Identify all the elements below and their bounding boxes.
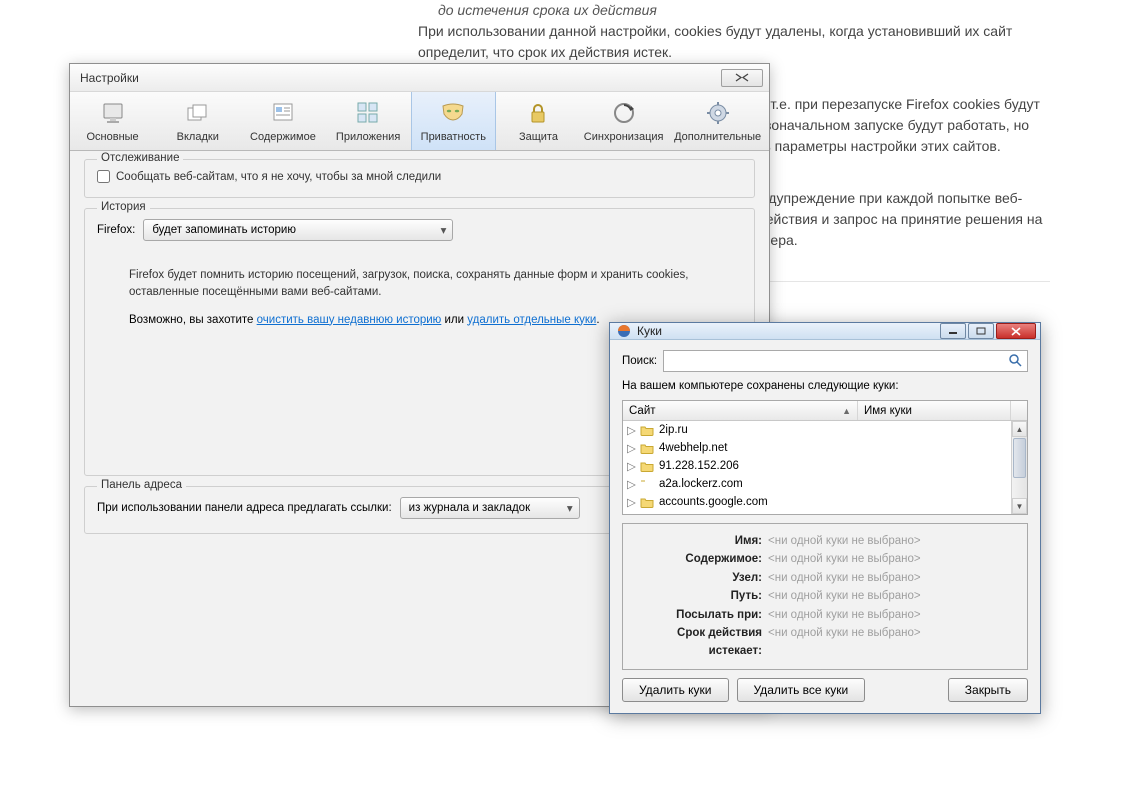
cookies-window: Куки Поиск: На вашем компьютере сохранен… [609, 322, 1041, 714]
cookie-details: Имя:<ни одной куки не выбрано> Содержимо… [622, 523, 1028, 670]
mask-icon [439, 99, 467, 127]
detail-host-label: Узел: [633, 569, 768, 587]
clear-history-link[interactable]: очистить вашу недавнюю историю [257, 314, 442, 326]
settings-titlebar[interactable]: Настройки [70, 64, 769, 92]
cookies-list: Сайт ▲ Имя куки ▷ 2ip.ru ▷ 4webhelp.net … [622, 400, 1028, 515]
close-icon [1010, 327, 1022, 336]
addressbar-legend: Панель адреса [97, 479, 186, 491]
cookie-site-row[interactable]: ▷ 91.228.152.206 [623, 457, 1027, 475]
tracking-checkbox[interactable] [97, 170, 110, 183]
maximize-icon [976, 327, 986, 335]
sync-icon [610, 99, 638, 127]
detail-path-label: Путь: [633, 587, 768, 605]
history-legend: История [97, 201, 150, 213]
folder-icon [639, 423, 655, 437]
detail-name-value: <ни одной куки не выбрано> [768, 532, 921, 550]
delete-cookies-link[interactable]: удалить отдельные куки [467, 314, 596, 326]
tabs-icon [184, 99, 212, 127]
detail-host-value: <ни одной куки не выбрано> [768, 569, 921, 587]
cookie-site-row[interactable]: ▷ 2ip.ru [623, 421, 1027, 439]
cookies-title: Куки [637, 324, 662, 338]
tab-tabs[interactable]: Вкладки [155, 92, 240, 150]
monitor-icon [99, 99, 127, 127]
col-site-header[interactable]: Сайт ▲ [623, 401, 858, 420]
detail-expires-value: <ни одной куки не выбрано> [768, 624, 921, 661]
cookies-footer: Удалить куки Удалить все куки Закрыть [622, 678, 1028, 702]
folder-icon [639, 441, 655, 455]
scroll-up-icon[interactable]: ▲ [1012, 421, 1027, 437]
folder-icon [639, 477, 655, 491]
addressbar-dropdown[interactable]: из журнала и закладок [400, 497, 580, 519]
settings-title: Настройки [80, 71, 139, 85]
delete-cookie-button[interactable]: Удалить куки [622, 678, 729, 702]
cookies-titlebar[interactable]: Куки [610, 323, 1040, 340]
gear-icon [704, 99, 732, 127]
tracking-checkbox-label: Сообщать веб-сайтам, что я не хочу, чтоб… [116, 171, 441, 183]
firefox-icon [616, 323, 632, 339]
history-desc: Firefox будет помнить историю посещений,… [129, 267, 742, 302]
content-icon [269, 99, 297, 127]
detail-name-label: Имя: [633, 532, 768, 550]
cookies-scrollbar[interactable]: ▲ ▼ [1011, 421, 1027, 514]
detail-expires-label: Срок действия истекает: [633, 624, 768, 661]
tree-expand-icon[interactable]: ▷ [627, 423, 637, 437]
cookies-list-header: Сайт ▲ Имя куки [623, 401, 1027, 421]
col-name-header[interactable]: Имя куки [858, 401, 1011, 420]
tree-expand-icon[interactable]: ▷ [627, 459, 637, 473]
folder-icon [639, 495, 655, 509]
search-label: Поиск: [622, 355, 657, 367]
tab-advanced[interactable]: Дополнительные [666, 92, 769, 150]
tree-expand-icon[interactable]: ▷ [627, 477, 637, 491]
tracking-fieldset: Отслеживание Сообщать веб-сайтам, что я … [84, 159, 755, 198]
sort-indicator-icon: ▲ [842, 406, 851, 416]
article-p1: При использовании данной настройки, cook… [418, 21, 1108, 63]
detail-content-label: Содержимое: [633, 550, 768, 568]
cookie-site-row[interactable]: ▷ 4webhelp.net [623, 439, 1027, 457]
tab-apps[interactable]: Приложения [326, 92, 411, 150]
close-cookies-button[interactable]: Закрыть [948, 678, 1028, 702]
tab-security[interactable]: Защита [496, 92, 581, 150]
tracking-legend: Отслеживание [97, 152, 183, 164]
history-mode-dropdown[interactable]: будет запоминать историю [143, 219, 453, 241]
scroll-down-icon[interactable]: ▼ [1012, 498, 1027, 514]
scroll-thumb[interactable] [1013, 438, 1026, 478]
minimize-icon [948, 327, 958, 335]
cookies-search-input[interactable] [663, 350, 1028, 372]
tab-content[interactable]: Содержимое [240, 92, 325, 150]
search-icon [1008, 353, 1022, 370]
tree-expand-icon[interactable]: ▷ [627, 441, 637, 455]
cookies-body: Поиск: На вашем компьютере сохранены сле… [610, 340, 1040, 714]
cookies-close-button[interactable] [996, 323, 1036, 339]
detail-send-value: <ни одной куки не выбрано> [768, 606, 921, 624]
detail-path-value: <ни одной куки не выбрано> [768, 587, 921, 605]
cookies-maximize-button[interactable] [968, 323, 994, 339]
tracking-checkbox-row[interactable]: Сообщать веб-сайтам, что я не хочу, чтоб… [97, 170, 742, 183]
cookie-site-row[interactable]: ▷ accounts.google.com [623, 493, 1027, 511]
tab-main[interactable]: Основные [70, 92, 155, 150]
apps-icon [354, 99, 382, 127]
settings-toolbar: Основные Вкладки Содержимое Приложения П… [70, 92, 769, 151]
history-label: Firefox: [97, 224, 135, 236]
cookie-site-row[interactable]: ▷ a2a.lockerz.com [623, 475, 1027, 493]
article-italic-1: до истечения срока их действия [438, 0, 1108, 21]
detail-content-value: <ни одной куки не выбрано> [768, 550, 921, 568]
stored-label: На вашем компьютере сохранены следующие … [622, 380, 1028, 392]
detail-send-label: Посылать при: [633, 606, 768, 624]
lock-icon [524, 99, 552, 127]
tab-privacy[interactable]: Приватность [411, 92, 496, 150]
tree-expand-icon[interactable]: ▷ [627, 495, 637, 509]
folder-icon [639, 459, 655, 473]
settings-close-button[interactable] [721, 69, 763, 87]
addressbar-label: При использовании панели адреса предлага… [97, 502, 392, 514]
tab-sync[interactable]: Синхронизация [581, 92, 666, 150]
close-icon [735, 73, 749, 82]
delete-all-cookies-button[interactable]: Удалить все куки [737, 678, 866, 702]
cookies-minimize-button[interactable] [940, 323, 966, 339]
